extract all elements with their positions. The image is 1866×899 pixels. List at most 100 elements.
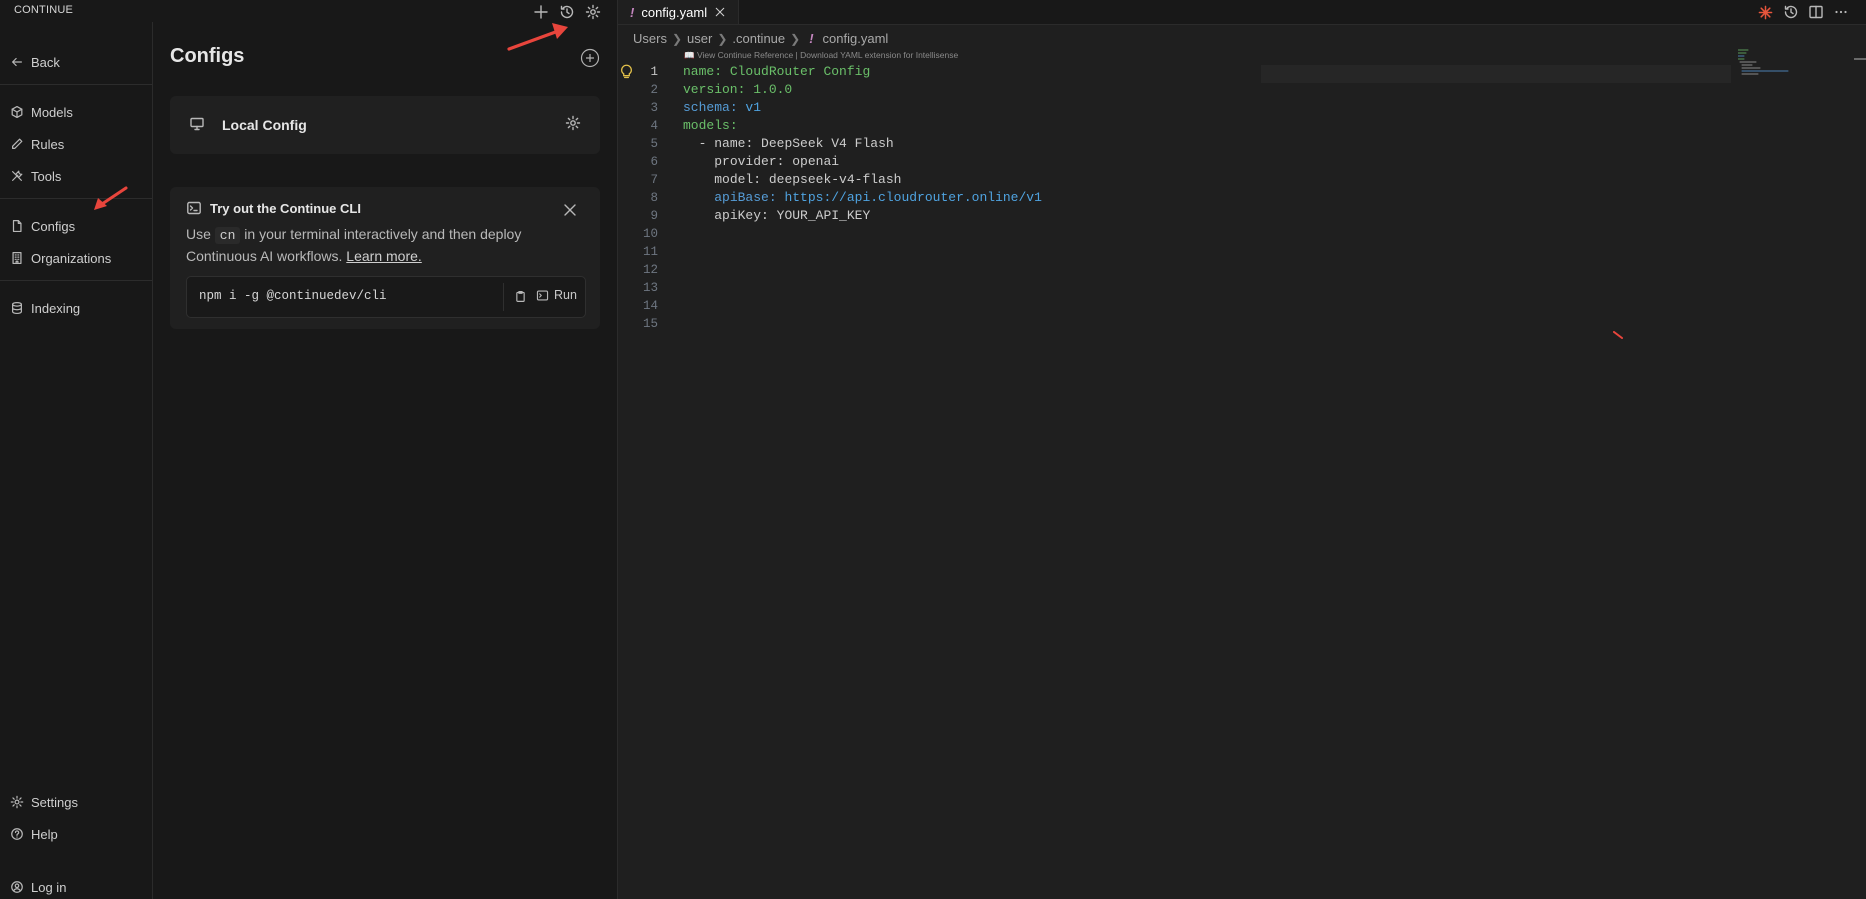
- nav-item-configs[interactable]: Configs: [10, 215, 75, 237]
- back-button[interactable]: Back: [10, 51, 60, 73]
- nav-item-indexing[interactable]: Indexing: [10, 297, 80, 319]
- line-number: 4: [650, 119, 658, 133]
- database-icon: [12, 301, 22, 315]
- minimap[interactable]: [1738, 48, 1808, 88]
- nav-divider: [0, 280, 152, 281]
- code-editor: ! config.yaml Users ❯ user ❯ .continue ❯…: [618, 0, 1866, 899]
- chevron-right-icon: ❯: [671, 31, 683, 46]
- timeline-button[interactable]: [1782, 3, 1800, 21]
- history-icon: [1784, 5, 1798, 19]
- code-line: version: 1.0.0: [683, 82, 793, 97]
- cli-description: Use cn in your terminal interactively an…: [186, 224, 586, 266]
- line-number: 2: [650, 83, 658, 97]
- terminal-icon: [536, 289, 549, 301]
- cli-command: npm i -g @continuedev/cli: [199, 289, 387, 303]
- gear-icon: [585, 4, 601, 20]
- tools-icon: [12, 170, 23, 181]
- chevron-right-icon: ❯: [790, 31, 801, 46]
- nav-item-label: Settings: [31, 794, 78, 810]
- local-config-label: Local Config: [222, 117, 307, 133]
- code-line: models:: [683, 118, 738, 133]
- help-icon: [11, 828, 23, 840]
- add-config-button[interactable]: [580, 48, 600, 68]
- codelens[interactable]: 📖 View Continue Reference | Download YAM…: [684, 50, 958, 60]
- code-line: schema: v1: [683, 100, 762, 115]
- code-line: apiKey: YOUR_API_KEY: [714, 208, 871, 223]
- asterisk-icon: [1758, 5, 1772, 19]
- local-config-card[interactable]: Local Config: [170, 96, 600, 154]
- chevron-right-icon: ❯: [717, 31, 728, 46]
- breadcrumb-item[interactable]: Users: [633, 31, 667, 46]
- cli-title: Try out the Continue CLI: [210, 200, 361, 216]
- learn-more-link[interactable]: Learn more.: [346, 248, 421, 264]
- line-number: 14: [642, 299, 658, 313]
- scrollbar[interactable]: [1854, 58, 1866, 60]
- code-line: model: deepseek-v4-flash: [714, 172, 902, 187]
- cli-desc-pre: Use: [186, 226, 211, 242]
- breadcrumb-item[interactable]: config.yaml: [823, 31, 889, 46]
- annotation-arrow-icon: [507, 23, 568, 51]
- split-editor-button[interactable]: [1807, 3, 1825, 21]
- line-number: 15: [642, 317, 658, 331]
- cli-promo-card: Try out the Continue CLI Use cn in your …: [170, 187, 600, 329]
- monitor-icon: [190, 117, 204, 131]
- nav-item-tools[interactable]: Tools: [10, 165, 61, 187]
- nav-item-label: Indexing: [31, 300, 81, 316]
- line-number: 5: [650, 137, 658, 151]
- tab-label: config.yaml: [641, 4, 708, 20]
- nav-item-label: Log in: [31, 879, 67, 895]
- run-label: Run: [554, 288, 577, 302]
- line-number: 9: [650, 209, 658, 223]
- panel-header: CONTINUE: [0, 0, 617, 22]
- nav-item-settings[interactable]: Settings: [10, 791, 78, 813]
- terminal-icon: [187, 201, 201, 215]
- settings-gear-button[interactable]: [583, 2, 603, 22]
- arrow-left-icon: [12, 57, 22, 67]
- line-number: 13: [642, 281, 658, 295]
- history-button[interactable]: [557, 2, 577, 22]
- plus-circle-icon: [580, 48, 600, 68]
- cli-title-row: Try out the Continue CLI: [186, 200, 361, 216]
- split-editor-icon: [1809, 5, 1823, 19]
- panel-title: CONTINUE: [14, 4, 74, 16]
- cube-icon: [11, 105, 23, 119]
- current-line-highlight: [1261, 65, 1731, 83]
- settings-nav: Back Models Rules Tools Configs Organiza…: [0, 22, 153, 899]
- cli-command-box: npm i -g @continuedev/cli Run: [186, 276, 586, 318]
- line-number: 7: [650, 173, 658, 187]
- line-number: 8: [650, 191, 658, 205]
- gear-icon[interactable]: [565, 115, 581, 131]
- file-icon: [12, 219, 22, 233]
- code-line: name: CloudRouter Config: [683, 64, 871, 79]
- nav-divider: [0, 198, 152, 199]
- tab-config-yaml[interactable]: ! config.yaml: [618, 0, 740, 24]
- page-title: Configs: [170, 45, 245, 67]
- history-icon: [560, 5, 574, 19]
- continue-action-button[interactable]: [1756, 3, 1774, 21]
- line-number: 6: [650, 155, 658, 169]
- breadcrumb-item[interactable]: user: [687, 31, 712, 46]
- nav-item-label: Configs: [31, 218, 76, 234]
- nav-item-label: Organizations: [31, 250, 112, 266]
- close-icon[interactable]: [714, 6, 726, 18]
- nav-divider: [0, 84, 152, 85]
- login-button[interactable]: Log in: [10, 876, 66, 898]
- breadcrumb-item[interactable]: .continue: [732, 31, 785, 46]
- more-actions-button[interactable]: [1832, 3, 1850, 21]
- continue-panel: CONTINUE Back Models Rules Tools Configs…: [0, 0, 618, 899]
- plus-icon: [534, 5, 548, 19]
- nav-item-organizations[interactable]: Organizations: [10, 247, 111, 269]
- line-number: 3: [650, 101, 658, 115]
- nav-item-rules[interactable]: Rules: [10, 133, 64, 155]
- line-number: 1: [650, 65, 658, 79]
- run-button[interactable]: Run: [536, 288, 577, 302]
- nav-item-help[interactable]: Help: [10, 823, 58, 845]
- gear-icon: [10, 795, 24, 809]
- editor-tab-bar: ! config.yaml: [618, 0, 1866, 25]
- nav-item-models[interactable]: Models: [10, 101, 73, 123]
- code-line: - name: DeepSeek V4 Flash: [683, 136, 894, 151]
- pencil-icon: [12, 138, 23, 149]
- copy-icon[interactable]: [514, 290, 527, 303]
- new-session-button[interactable]: [531, 2, 551, 22]
- close-icon[interactable]: [562, 202, 578, 218]
